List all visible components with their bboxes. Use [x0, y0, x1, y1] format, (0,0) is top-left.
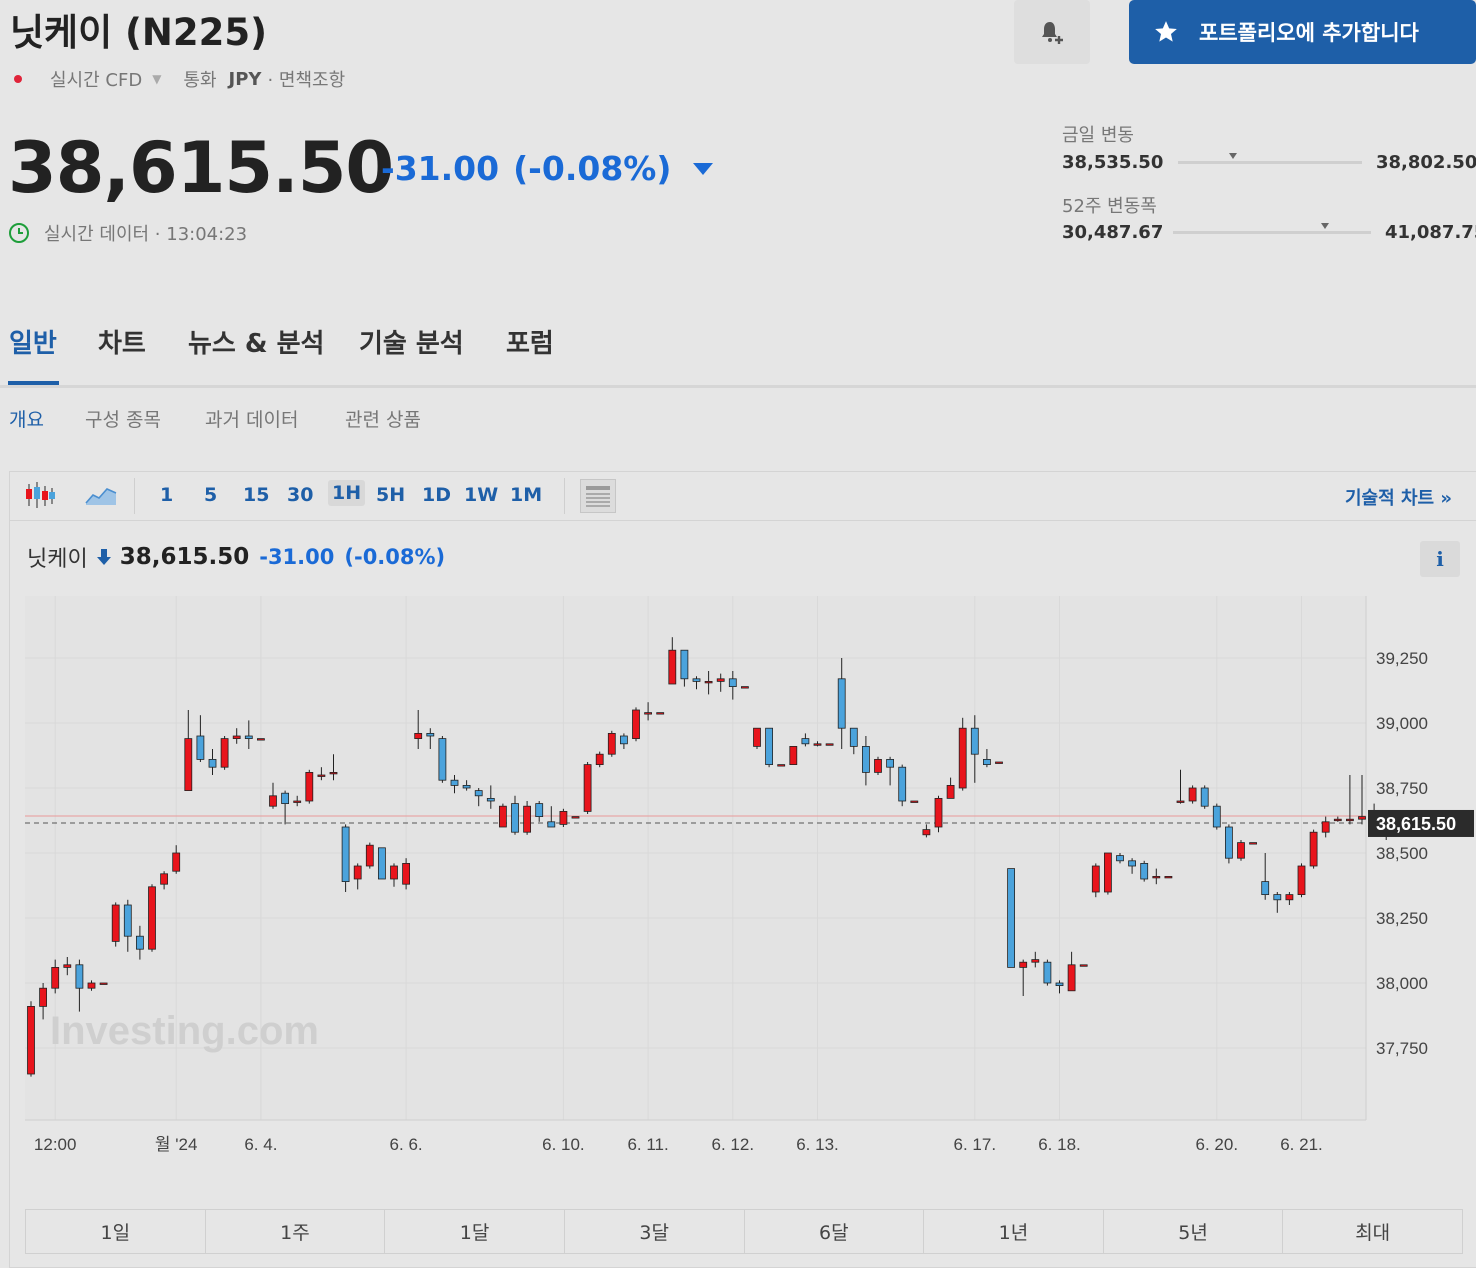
tab-technical[interactable]: 기술 분석 [359, 323, 464, 360]
technical-chart-link[interactable]: 기술적 차트 » [1345, 484, 1452, 510]
last-price: 38,615.50 [8, 127, 394, 209]
down-triangle-icon [693, 162, 714, 175]
news-panel-icon[interactable] [580, 479, 616, 513]
period-selector: 1일 1주 1달 3달 6달 1년 5년 최대 [25, 1209, 1463, 1254]
tab-overview[interactable]: 일반 [9, 323, 57, 360]
currency-label: 통화 [183, 70, 217, 91]
period-1y[interactable]: 1년 [924, 1210, 1104, 1253]
day-range-low: 38,535.50 [1062, 152, 1164, 173]
week52-range-label: 52주 변동폭 [1062, 196, 1157, 217]
week52-range-bar [1173, 231, 1371, 234]
chart-panel [9, 471, 1476, 1268]
timeframe-30[interactable]: 30 [287, 484, 313, 506]
status-dot-icon [14, 75, 22, 83]
star-icon [1155, 21, 1177, 42]
day-range-high: 38,802.50 [1376, 152, 1476, 173]
subtab-historical[interactable]: 과거 데이터 [205, 405, 298, 432]
period-max[interactable]: 최대 [1283, 1210, 1462, 1253]
tab-news[interactable]: 뉴스 & 분석 [188, 323, 324, 360]
market-status[interactable]: 실시간 CFD [50, 66, 142, 92]
timeframe-1h[interactable]: 1H [328, 480, 366, 506]
instrument-title: 닛케이 (N225) [10, 11, 268, 54]
period-5y[interactable]: 5년 [1104, 1210, 1284, 1253]
timeframe-1m[interactable]: 1M [510, 484, 542, 506]
down-arrow-icon [96, 549, 111, 565]
period-1w[interactable]: 1주 [206, 1210, 386, 1253]
period-1d[interactable]: 1일 [26, 1210, 206, 1253]
change-percent: (-0.08%) [513, 149, 672, 188]
chart-price: 38,615.50 [119, 544, 250, 570]
day-range-label: 금일 변동 [1062, 125, 1134, 146]
week52-range-high: 41,087.75 [1385, 222, 1476, 243]
chart-header: 닛케이 38,615.50 -31.00 (-0.08%) [27, 541, 445, 573]
timeframe-15[interactable]: 15 [243, 484, 269, 506]
area-chart-icon[interactable] [85, 483, 117, 507]
subtab-summary[interactable]: 개요 [9, 405, 44, 432]
tab-forum[interactable]: 포럼 [506, 323, 554, 360]
chevron-down-icon[interactable]: ▼ [152, 72, 161, 86]
subtab-related[interactable]: 관련 상품 [345, 405, 421, 432]
period-6m[interactable]: 6달 [745, 1210, 925, 1253]
week52-range-marker [1321, 223, 1330, 229]
main-tabs: 일반 차트 뉴스 & 분석 기술 분석 포럼 [0, 323, 1476, 388]
subtab-components[interactable]: 구성 종목 [85, 405, 161, 432]
tab-chart[interactable]: 차트 [98, 323, 146, 360]
realtime-info: 실시간 데이터 · 13:04:23 [8, 220, 247, 246]
toolbar-divider [134, 478, 135, 514]
disclaimer-link[interactable]: · 면책조항 [267, 66, 345, 92]
chart-toolbar [9, 471, 1476, 521]
timeframe-1w[interactable]: 1W [464, 484, 498, 506]
timeframe-1d[interactable]: 1D [422, 484, 451, 506]
add-to-portfolio-button[interactable]: 포트폴리오에 추가합니다 [1129, 0, 1476, 64]
chart-instrument-name: 닛케이 [27, 547, 88, 572]
bell-plus-icon [1042, 22, 1063, 44]
price-change: -31.00 (-0.08%) [381, 149, 714, 188]
currency-value: JPY [228, 68, 262, 90]
realtime-label: 실시간 데이터 · 13:04:23 [44, 224, 248, 245]
period-3m[interactable]: 3달 [565, 1210, 745, 1253]
timeframe-1[interactable]: 1 [160, 484, 173, 506]
toolbar-divider [564, 478, 565, 514]
chart-change: -31.00 [259, 545, 335, 569]
day-range-marker [1229, 153, 1238, 159]
candlestick-type-icon[interactable] [24, 480, 56, 510]
portfolio-button-label: 포트폴리오에 추가합니다 [1199, 21, 1419, 45]
change-value: -31.00 [381, 149, 500, 188]
timeframe-5h[interactable]: 5H [376, 484, 405, 506]
alert-button[interactable] [1014, 0, 1090, 64]
clock-icon [9, 223, 29, 243]
chart-info-button[interactable]: i [1420, 541, 1460, 577]
day-range-bar [1178, 161, 1362, 164]
period-1m[interactable]: 1달 [385, 1210, 565, 1253]
timeframe-5[interactable]: 5 [204, 484, 217, 506]
active-tab-indicator [8, 381, 59, 385]
market-meta: 실시간 CFD ▼ 통화 JPY · 면책조항 [10, 66, 345, 92]
chart-change-percent: (-0.08%) [344, 545, 446, 569]
week52-range-low: 30,487.67 [1062, 222, 1164, 243]
